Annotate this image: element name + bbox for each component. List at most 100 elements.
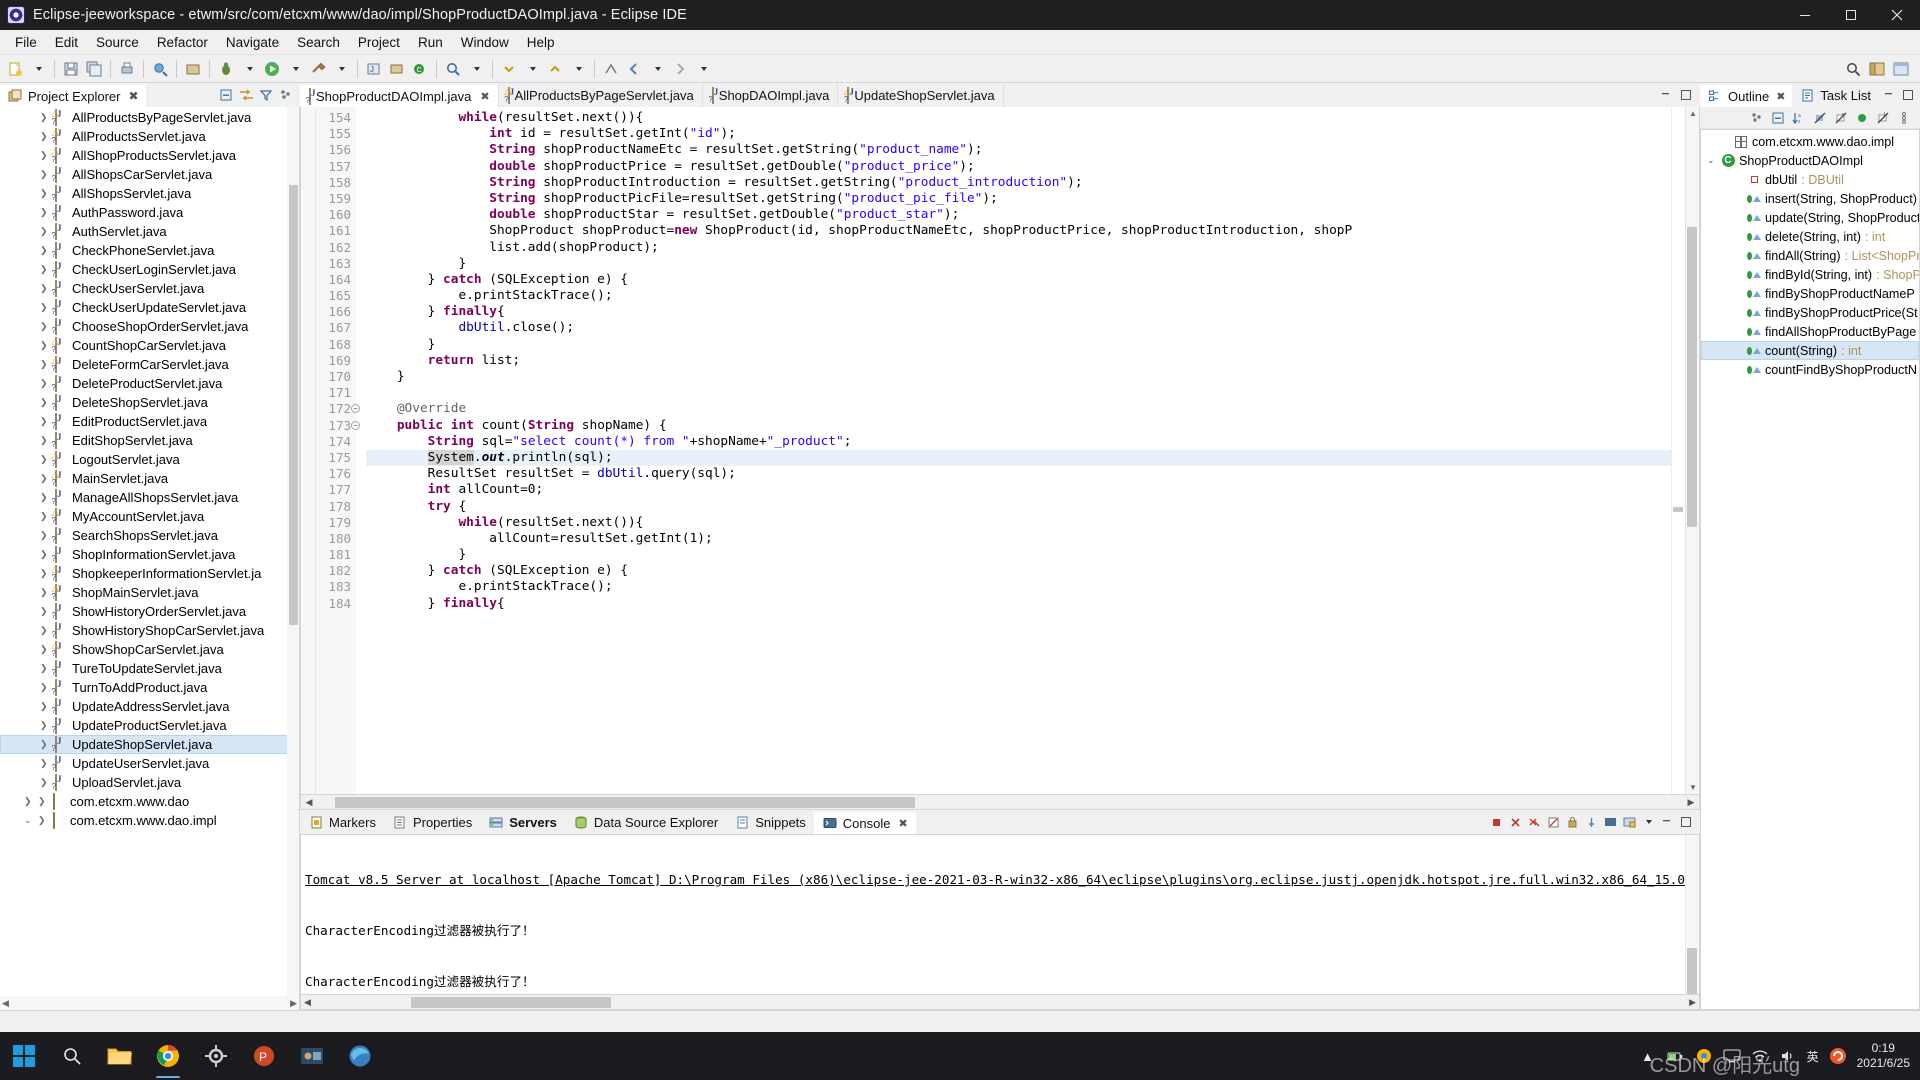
chevron-right-icon[interactable]: ❯ [40,283,50,294]
menu-help[interactable]: Help [518,32,564,53]
chevron-right-icon[interactable]: ❯ [40,416,50,427]
editor-vertical-scrollbar[interactable]: ▲ ▼ [1685,107,1699,794]
forward-icon[interactable] [669,58,691,80]
collapse-all-icon[interactable] [218,87,234,103]
code-line[interactable]: e.printStackTrace(); [366,579,1699,595]
scroll-left-arrow-icon[interactable]: ◀ [301,797,317,808]
chevron-right-icon[interactable]: ❯ [40,207,50,218]
menu-window[interactable]: Window [452,32,518,53]
code-line[interactable]: ShopProduct shopProduct=new ShopProduct(… [366,223,1699,239]
chevron-right-icon[interactable]: ❯ [40,682,50,693]
tree-item-java-file[interactable]: ❯? CheckPhoneServlet.java [0,241,299,260]
chevron-right-icon[interactable]: ❯ [40,777,50,788]
taskbar-clock[interactable]: 0:19 2021/6/25 [1857,1041,1910,1071]
new-wizard-icon[interactable] [4,58,26,80]
tree-item-java-file[interactable]: ❯? AuthServlet.java [0,222,299,241]
code-line[interactable]: int id = resultSet.getInt("id"); [366,126,1699,142]
chevron-right-icon[interactable]: ❯ [40,454,50,465]
tree-item-java-file[interactable]: ❯? SearchShopsServlet.java [0,526,299,545]
tree-item-java-file[interactable]: ❯? ShopInformationServlet.java [0,545,299,564]
chevron-right-icon[interactable]: ❯ [40,606,50,617]
code-line[interactable]: double shopProductStar = resultSet.getDo… [366,207,1699,223]
tree-item-java-file[interactable]: ❯? UploadServlet.java [0,773,299,792]
menu-run[interactable]: Run [409,32,452,53]
code-line[interactable]: list.add(shopProduct); [366,240,1699,256]
bottom-tab-properties[interactable]: Properties [384,810,480,834]
chevron-right-icon[interactable]: ❯ [40,321,50,332]
code-line[interactable]: } catch (SQLException e) { [366,272,1699,288]
scroll-up-arrow-icon[interactable]: ▲ [1689,109,1697,118]
code-line[interactable]: allCount=resultSet.getInt(1); [366,531,1699,547]
save-icon[interactable] [60,58,82,80]
open-type-icon[interactable] [149,58,171,80]
build-all-icon[interactable] [182,58,204,80]
outline-menu-icon[interactable] [1896,110,1912,126]
view-menu-icon[interactable] [278,87,294,103]
code-line[interactable]: e.printStackTrace(); [366,288,1699,304]
quick-access-search-icon[interactable] [1842,58,1864,80]
editor-tab[interactable]: ?⚠UpdateShopServlet.java [838,83,1004,107]
close-icon[interactable]: ✖ [1776,90,1785,103]
tree-item-java-file[interactable]: ❯?⚠ ShowShopCarServlet.java [0,640,299,659]
chevron-right-icon[interactable]: ❯ [40,644,50,655]
run-icon[interactable] [261,58,283,80]
sogou-icon[interactable] [1829,1047,1847,1065]
previous-annotation-icon[interactable] [544,58,566,80]
chevron-right-icon[interactable]: ❯ [40,663,50,674]
ime-indicator[interactable]: 英 [1807,1048,1819,1065]
tree-item-java-file[interactable]: ❯? UpdateShopServlet.java [0,735,299,754]
link-with-editor-icon[interactable] [238,87,254,103]
tree-item-java-file[interactable]: ❯? UpdateProductServlet.java [0,716,299,735]
chevron-right-icon[interactable]: ❯ [40,511,50,522]
tree-item-java-file[interactable]: ❯?⚠ CountShopCarServlet.java [0,336,299,355]
clear-console-icon[interactable] [1545,814,1561,830]
powerpoint-icon[interactable]: P [240,1032,288,1080]
close-icon[interactable] [1874,0,1920,30]
outline-tree[interactable]: com.etcxm.www.dao.impl ⌄ C ShopProductDAOIm… [1700,129,1920,1010]
hide-local-types-icon[interactable]: L [1875,110,1891,126]
maximize-panel-icon[interactable] [1678,814,1694,830]
tree-item-java-file[interactable]: ❯? ShowHistoryShopCarServlet.java [0,621,299,640]
menu-navigate[interactable]: Navigate [217,32,288,53]
maximize-icon[interactable] [1900,87,1916,103]
tree-item-java-file[interactable]: ❯? CheckUserUpdateServlet.java [0,298,299,317]
tree-item-java-file[interactable]: ❯?⚠ AllProductsServlet.java [0,127,299,146]
chevron-right-icon[interactable]: ❯ [40,226,50,237]
sort-icon[interactable]: az [1791,110,1807,126]
chevron-right-icon[interactable]: ❯ [40,340,50,351]
close-icon[interactable]: ✖ [480,90,489,103]
outline-item[interactable]: com.etcxm.www.dao.impl [1701,132,1919,151]
previous-annotation-dropdown-icon[interactable] [567,58,589,80]
editor-tab[interactable]: ?⚠AllProductsByPageServlet.java [498,83,703,107]
source-editor[interactable]: 154 155 156 157 158 159 160 161 162 163 164 165 166 1… [300,107,1700,795]
view-menu-filter-icon[interactable] [258,87,274,103]
console-horizontal-scrollbar[interactable]: ◀ ▶ [300,995,1700,1010]
scroll-right-arrow-icon[interactable]: ▶ [290,998,297,1009]
scroll-left-arrow-icon[interactable]: ◀ [304,997,311,1008]
tree-item-java-file[interactable]: ❯?⚠ MyAccountServlet.java [0,507,299,526]
open-perspective-icon[interactable] [1866,58,1888,80]
tree-item-java-file[interactable]: ❯?⚠ DeleteFormCarServlet.java [0,355,299,374]
debug-icon[interactable] [215,58,237,80]
minimize-editor-icon[interactable] [1658,87,1674,103]
chevron-right-icon[interactable]: ❯ [40,587,50,598]
remove-launch-icon[interactable] [1507,814,1523,830]
tree-item-java-file[interactable]: ❯? ManageAllShopsServlet.java [0,488,299,507]
code-line[interactable]: String shopProductIntroduction = resultS… [366,175,1699,191]
outline-item[interactable]: findAllShopProductByPage [1701,322,1919,341]
file-explorer-icon[interactable] [96,1032,144,1080]
tree-item-java-file[interactable]: ❯? AllShopsCarServlet.java [0,165,299,184]
chevron-right-icon[interactable]: ❯ [40,435,50,446]
windows-start-icon[interactable] [0,1032,48,1080]
new-package-icon[interactable] [386,58,408,80]
search-dropdown-icon[interactable] [465,58,487,80]
tree-item-java-file[interactable]: ❯? ChooseShopOrderServlet.java [0,317,299,336]
code-line[interactable]: String shopProductNameEtc = resultSet.ge… [366,142,1699,158]
tree-item-java-file[interactable]: ❯?⚠ LogoutServlet.java [0,450,299,469]
tree-item-java-file[interactable]: ❯? DeleteShopServlet.java [0,393,299,412]
search-icon[interactable] [442,58,464,80]
code-line[interactable]: } finally{ [366,596,1699,612]
tree-item-java-file[interactable]: ❯? ShowHistoryOrderServlet.java [0,602,299,621]
chevron-right-icon[interactable]: ❯ [40,112,50,123]
menu-search[interactable]: Search [288,32,349,53]
